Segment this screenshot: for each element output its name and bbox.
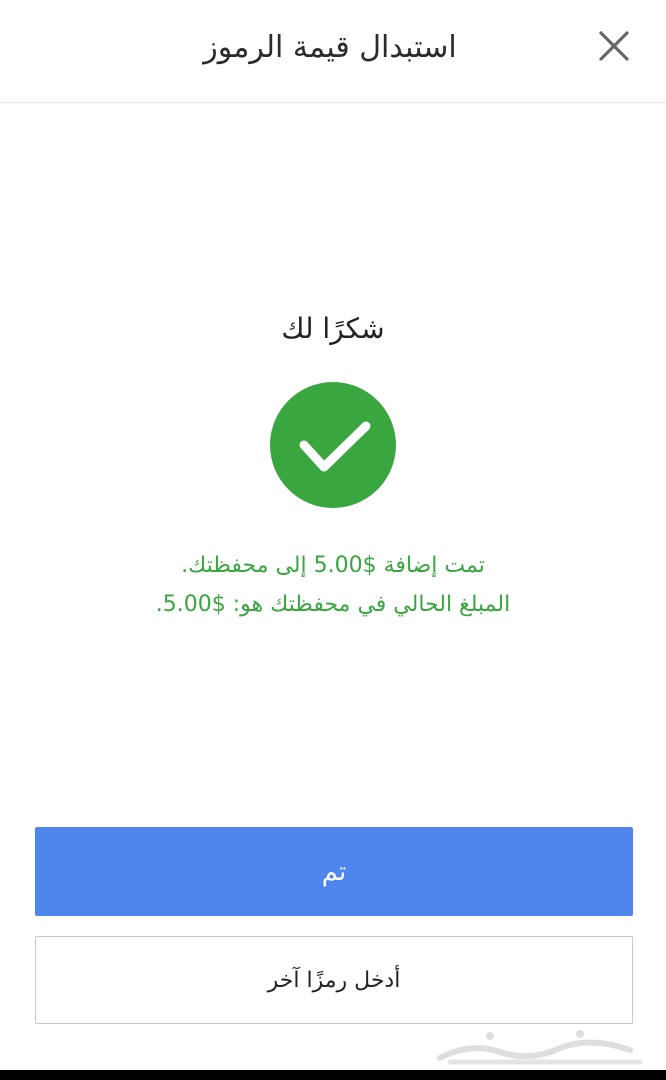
done-button[interactable]: تم — [35, 827, 633, 916]
success-badge — [270, 382, 396, 508]
wallet-balance-message: المبلغ الحالي في محفظتك هو: $5.00. — [155, 592, 511, 617]
haraj-watermark-logo — [430, 1022, 660, 1070]
bottom-bar — [0, 1070, 666, 1080]
enter-another-code-button[interactable]: أدخل رمزًا آخر — [35, 936, 633, 1024]
thank-you-heading: شكرًا لك — [281, 312, 385, 345]
checkmark-icon — [299, 421, 371, 472]
dialog-header: استبدال قيمة الرموز — [0, 0, 666, 103]
dialog-title: استبدال قيمة الرموز — [203, 30, 457, 65]
added-amount-message: تمت إضافة $5.00 إلى محفظتك. — [181, 553, 485, 578]
